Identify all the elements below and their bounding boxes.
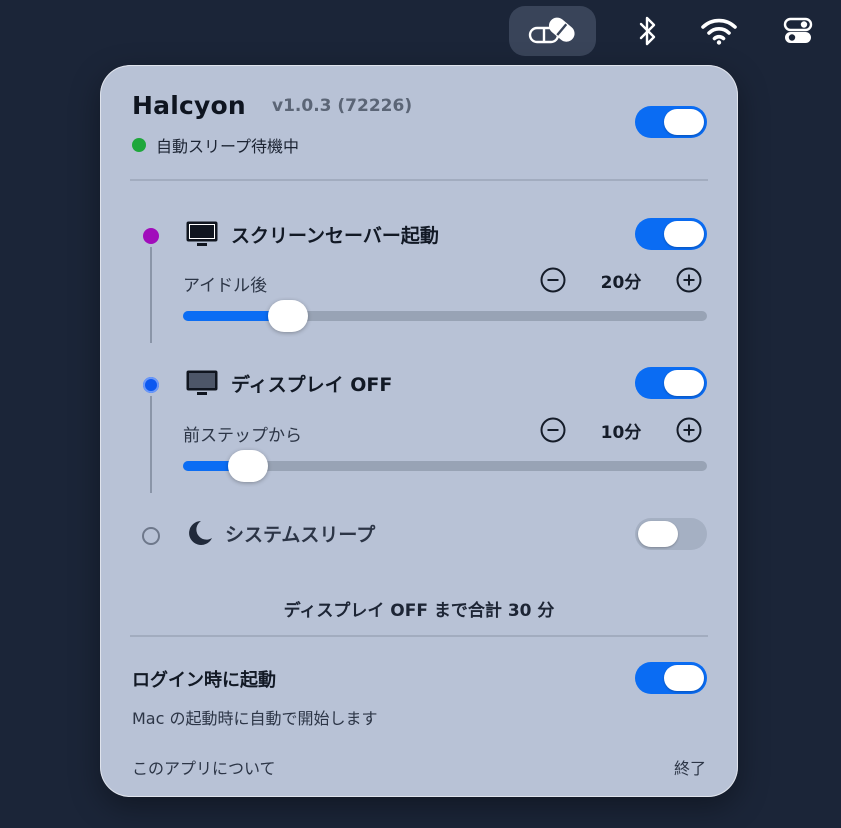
launch-at-login-toggle[interactable] — [635, 662, 707, 694]
status-indicator: 自動スリープ待機中 — [132, 133, 299, 157]
step-dot-screensaver — [143, 228, 159, 244]
status-text: 自動スリープ待機中 — [156, 137, 300, 156]
timeline-connector-2 — [150, 396, 152, 493]
monitor-filled-icon — [185, 220, 219, 248]
step-display-off-title: ディスプレイ OFF — [185, 369, 392, 397]
display-off-slider[interactable] — [183, 450, 707, 482]
step-dot-display-off — [143, 377, 159, 393]
bluetooth-icon[interactable] — [630, 6, 666, 56]
minus-circle-icon[interactable] — [540, 417, 566, 443]
launch-at-login-title: ログイン時に起動 — [132, 670, 276, 691]
plus-circle-icon[interactable] — [676, 417, 702, 443]
step-display-off-label: ディスプレイ OFF — [231, 373, 393, 396]
app-name: Halcyon — [132, 91, 246, 120]
control-center-icon[interactable] — [778, 6, 818, 56]
pills-menu-icon[interactable] — [509, 6, 596, 56]
wifi-icon[interactable] — [698, 6, 740, 56]
slider-thumb[interactable] — [228, 450, 269, 482]
app-version: v1.0.3 (72226) — [272, 96, 413, 116]
display-off-toggle[interactable] — [635, 367, 707, 399]
step-dot-system-sleep — [142, 527, 160, 545]
divider-top — [130, 179, 708, 181]
timeline-connector-1 — [150, 247, 152, 343]
step-system-sleep-title: システムスリープ — [185, 519, 375, 547]
step-system-sleep-label: システムスリープ — [225, 523, 376, 546]
status-dot — [132, 138, 146, 152]
system-sleep-toggle[interactable] — [635, 518, 707, 550]
screensaver-slider[interactable] — [183, 300, 707, 332]
about-link[interactable]: このアプリについて — [132, 755, 276, 779]
screensaver-delay-label: アイドル後 — [183, 276, 268, 296]
screensaver-stepper: 20分 — [540, 267, 702, 293]
monitor-outline-icon — [185, 369, 219, 397]
launch-at-login-description: Mac の起動時に自動で開始します — [132, 709, 378, 728]
minus-circle-icon[interactable] — [540, 267, 566, 293]
slider-thumb[interactable] — [267, 300, 308, 332]
step-screensaver-title: スクリーンセーバー起動 — [185, 220, 439, 248]
divider-bottom — [130, 635, 708, 637]
quit-link[interactable]: 終了 — [674, 755, 706, 779]
display-off-stepper: 10分 — [540, 417, 702, 443]
screensaver-value: 20分 — [600, 272, 642, 293]
display-off-delay-label: 前ステップから — [183, 426, 302, 446]
total-summary: ディスプレイ OFF まで合計 30 分 — [283, 601, 555, 621]
moon-icon — [185, 519, 213, 547]
halcyon-popover: Halcyon v1.0.3 (72226) 自動スリープ待機中 スクリーンセー… — [100, 65, 738, 797]
plus-circle-icon[interactable] — [676, 267, 702, 293]
screensaver-toggle[interactable] — [635, 218, 707, 250]
display-off-value: 10分 — [600, 422, 642, 443]
app-enabled-toggle[interactable] — [635, 106, 707, 138]
step-screensaver-label: スクリーンセーバー起動 — [231, 224, 439, 247]
